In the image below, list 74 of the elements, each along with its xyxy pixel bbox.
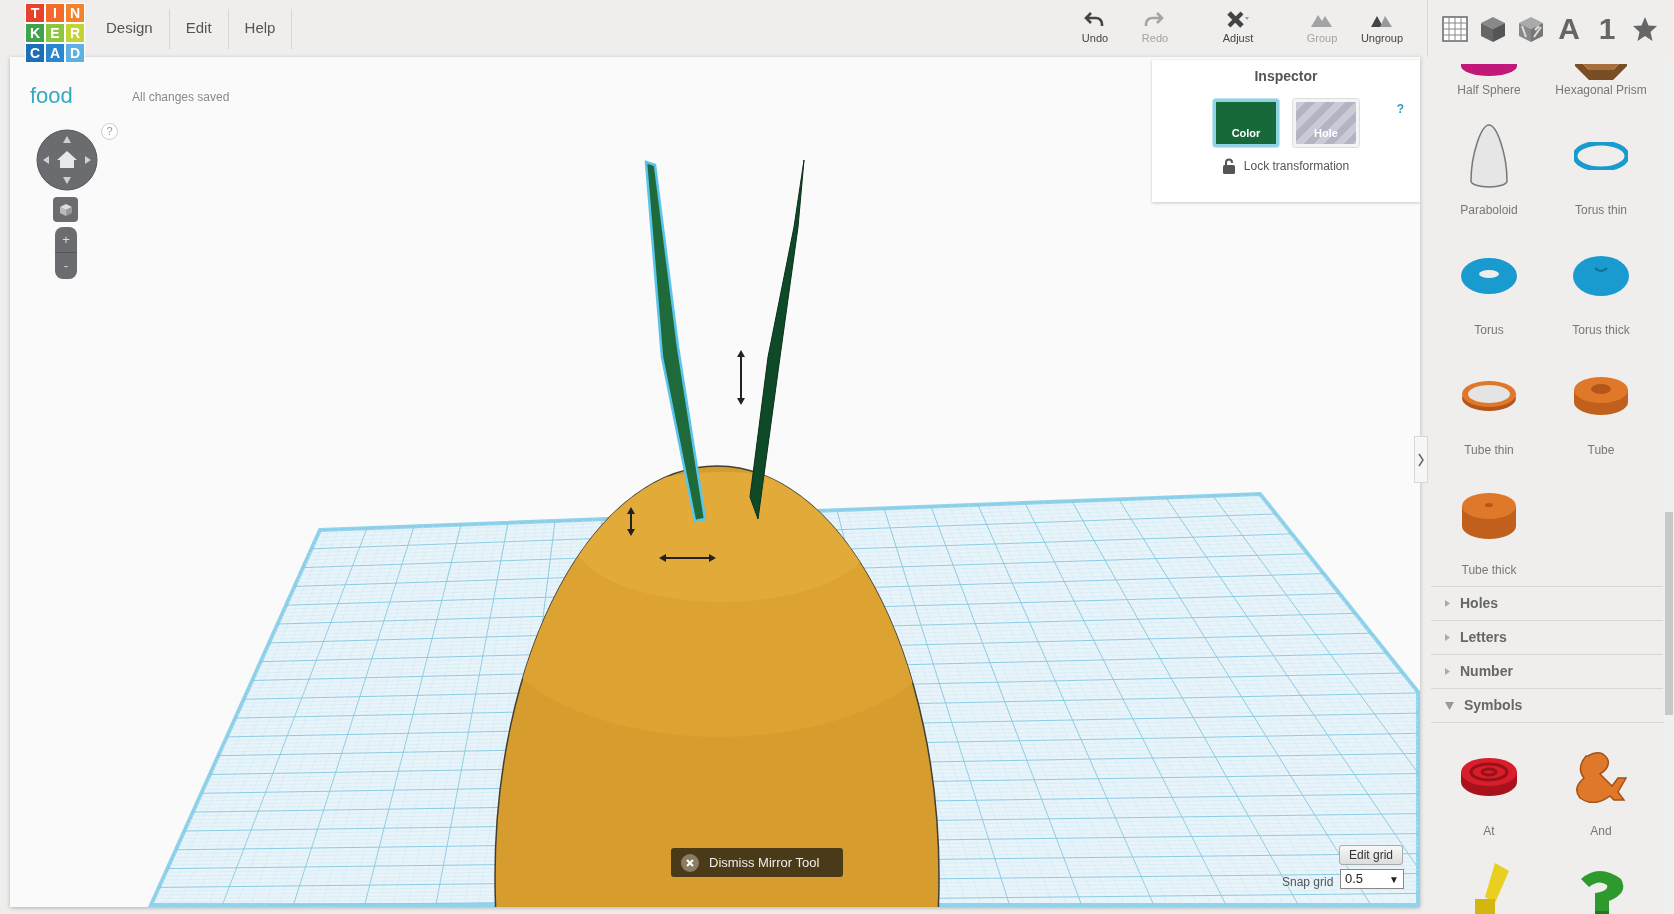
design-title[interactable]: food <box>30 79 73 112</box>
paraboloid-icon <box>1470 124 1508 188</box>
dismiss-button[interactable]: Dismiss Mirror Tool <box>671 848 843 877</box>
horizontal-resize-arrow[interactable] <box>659 554 716 562</box>
leaf-shape[interactable] <box>644 160 707 523</box>
at-symbol-icon <box>1460 757 1518 797</box>
category-header[interactable]: Number <box>1431 654 1663 688</box>
library-tab[interactable]: 1 <box>1588 8 1626 49</box>
torus-icon <box>1460 257 1518 295</box>
logo-letter[interactable]: I <box>45 3 65 23</box>
menu-item[interactable]: Design <box>90 8 170 49</box>
logo-letter[interactable]: C <box>25 43 45 63</box>
panel-toggle-button[interactable] <box>1414 436 1428 483</box>
help-button[interactable]: ? <box>101 123 118 140</box>
shape-item[interactable]: Tube thin <box>1433 352 1545 472</box>
logo-letter[interactable]: E <box>45 23 65 43</box>
panel-title: Inspector <box>1254 67 1318 86</box>
menu-item[interactable]: Edit <box>169 8 229 49</box>
grid-icon[interactable] <box>1441 14 1469 43</box>
chevron-right-icon <box>1418 452 1424 467</box>
shape-item[interactable]: Hexagonal Prism <box>1545 57 1657 112</box>
close-icon <box>681 853 699 872</box>
category-header[interactable]: Holes <box>1431 586 1663 620</box>
shape-item[interactable]: Torus <box>1433 232 1545 352</box>
ampersand-icon <box>1575 751 1627 803</box>
help-button[interactable]: ? <box>1396 100 1404 118</box>
cube-icon[interactable] <box>1479 14 1507 43</box>
zoom-out-button[interactable]: - <box>55 253 77 279</box>
shape-item[interactable]: Paraboloid <box>1433 112 1545 232</box>
logo-letter[interactable]: D <box>65 43 85 63</box>
ungroup-button[interactable]: Ungroup <box>1352 6 1412 51</box>
snap-grid-label: Snap grid <box>1282 874 1334 891</box>
logo-letter[interactable]: T <box>25 3 45 23</box>
thin-tube-icon <box>1461 380 1517 412</box>
thick-tube-icon <box>1461 492 1517 540</box>
vertical-resize-arrow[interactable] <box>627 507 635 536</box>
caret-right-icon <box>1445 600 1450 607</box>
undo-button[interactable]: Undo <box>1065 6 1125 51</box>
caret-right-icon <box>1445 634 1450 641</box>
leaf-shape[interactable] <box>749 159 805 520</box>
lock-toggle[interactable]: Lock transformation <box>1222 157 1350 175</box>
thin-torus-icon <box>1574 142 1628 170</box>
color-swatch[interactable]: Color <box>1213 99 1279 147</box>
vertical-resize-arrow[interactable] <box>737 350 745 405</box>
caret-right-icon <box>1445 668 1450 675</box>
caret-down-icon <box>1445 701 1454 710</box>
adjust-button[interactable]: Adjust <box>1208 6 1268 51</box>
zoom-in-button[interactable]: + <box>55 227 77 253</box>
striped-cube-icon[interactable] <box>1517 14 1545 43</box>
logo-letter[interactable]: K <box>25 23 45 43</box>
shape-item[interactable]: At <box>1433 733 1545 853</box>
shape-item[interactable]: Torus thick <box>1545 232 1657 352</box>
tube-icon <box>1573 376 1629 416</box>
menu-item[interactable]: Help <box>228 8 293 49</box>
shape-item[interactable]: Torus thin <box>1545 112 1657 232</box>
save-status: All changes saved <box>132 89 230 106</box>
view-cube-button[interactable] <box>53 197 78 222</box>
shape-item[interactable]: And <box>1545 733 1657 853</box>
cube-icon <box>58 202 73 217</box>
logo-letter[interactable]: A <box>45 43 65 63</box>
open-lock-icon <box>1222 158 1235 174</box>
ruler-pencil-icon <box>1226 10 1250 29</box>
hole-swatch[interactable]: Hole <box>1293 99 1359 147</box>
snap-grid-select[interactable]: 0.5 ▼ <box>1340 869 1404 889</box>
library-tab[interactable]: A <box>1550 8 1588 49</box>
edit-grid-button[interactable]: Edit grid <box>1339 845 1403 865</box>
egg-shape[interactable] <box>494 465 940 907</box>
category-header[interactable]: Letters <box>1431 620 1663 654</box>
shape-item[interactable]: Half Sphere <box>1433 57 1545 112</box>
shape-item[interactable]: Tube <box>1545 352 1657 472</box>
orbit-control[interactable] <box>36 129 98 191</box>
category-header[interactable]: Symbols <box>1431 688 1663 722</box>
thick-torus-icon <box>1572 255 1630 297</box>
logo-letter[interactable]: N <box>65 3 85 23</box>
